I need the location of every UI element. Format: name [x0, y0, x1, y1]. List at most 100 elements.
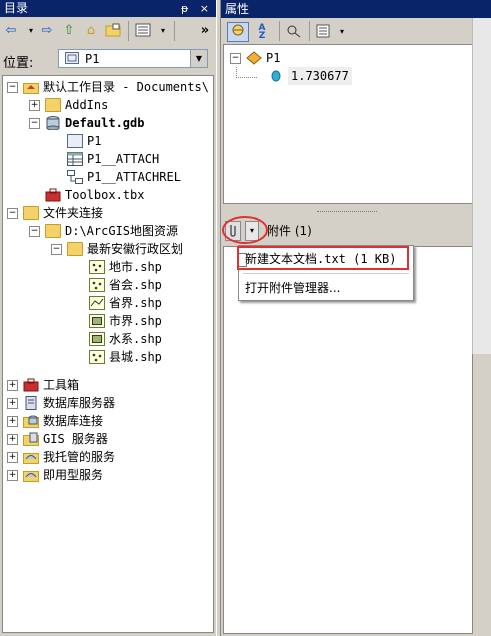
home-icon[interactable]: ⌂	[82, 23, 100, 39]
folder-connections-icon	[23, 206, 39, 220]
folder-icon	[45, 224, 61, 238]
catalog-title-buttons[interactable]: ᵽ ×	[181, 0, 213, 17]
tree-label: D:\ArcGIS地图资源	[65, 224, 179, 238]
collapse-icon[interactable]: −	[29, 118, 40, 129]
back-icon[interactable]: ⇦	[2, 23, 20, 39]
options-dropdown-icon[interactable]: ▾	[333, 24, 351, 40]
tree-label: AddIns	[65, 98, 109, 112]
attributes-title-bar: 属性	[221, 0, 491, 18]
tree-connector	[236, 67, 257, 78]
tree-label: 市界.shp	[109, 314, 162, 328]
expand-icon[interactable]: +	[7, 434, 18, 445]
catalog-tree: − 默认工作目录 - Documents\ + AddIns − Default…	[2, 75, 214, 633]
tree-label: 最新安徽行政区划	[87, 242, 184, 256]
view-options-icon[interactable]	[134, 23, 152, 39]
tree-label: P1	[87, 134, 102, 148]
tree-label: GIS 服务器	[43, 432, 108, 446]
highlight-circle	[222, 216, 268, 244]
relationship-class-icon	[67, 170, 83, 184]
menu-separator	[243, 273, 409, 274]
catalog-panel: 目录 ᵽ × ⇦ ▾ ⇨ ⇧ ⌂ ▾ » 位置: P1 ▼ − 默认工作目录 -…	[0, 0, 216, 636]
toolbox-icon	[23, 378, 39, 392]
folder-icon	[67, 242, 83, 256]
feature-class-icon	[65, 52, 79, 67]
line-shapefile-icon	[89, 296, 105, 310]
expand-icon[interactable]: +	[7, 470, 18, 481]
attributes-toolbar: AZ ▾	[221, 18, 491, 44]
tree-label: 工具箱	[43, 378, 80, 392]
tree-label: 水系.shp	[109, 332, 162, 346]
tree-label: P1__ATTACH	[87, 152, 160, 166]
collapse-icon[interactable]: −	[51, 244, 62, 255]
expand-icon[interactable]: +	[7, 416, 18, 427]
list-by-layer-icon[interactable]	[227, 22, 249, 42]
forward-icon[interactable]: ⇨	[38, 23, 56, 39]
database-connection-icon	[23, 414, 39, 428]
tree-label: 数据库服务器	[43, 396, 116, 410]
attachments-dropdown-menu: 新建文本文档.txt (1 KB) 打开附件管理器...	[237, 245, 414, 301]
ready-services-icon	[23, 468, 39, 482]
tree-label: 地市.shp	[109, 260, 162, 274]
catalog-toolbar: ⇦ ▾ ⇨ ⇧ ⌂ ▾ »	[0, 17, 216, 45]
tree-label: 数据库连接	[43, 414, 104, 428]
collapse-icon[interactable]: −	[230, 53, 241, 64]
expand-icon[interactable]: +	[7, 452, 18, 463]
toolbar-separator	[174, 21, 176, 41]
tree-label: 省界.shp	[109, 296, 162, 310]
identify-root-label: P1	[266, 51, 281, 65]
chevron-down-icon[interactable]: ▼	[190, 50, 207, 67]
point-shapefile-icon	[89, 278, 105, 292]
location-value: P1	[85, 52, 100, 66]
location-label: 位置:	[3, 56, 34, 71]
attributes-panel: 属性 AZ ▾ − P1 1.730677 ▾ 附件 (1)	[221, 0, 491, 636]
table-icon	[67, 152, 83, 166]
options-menu-icon[interactable]	[315, 24, 333, 40]
collapse-icon[interactable]: −	[29, 226, 40, 237]
attachments-count-label: 附件 (1)	[267, 224, 312, 238]
expand-icon[interactable]: +	[7, 398, 18, 409]
tree-item-default-workspace[interactable]: − 默认工作目录 - Documents\	[3, 78, 213, 96]
tree-label: 即用型服务	[43, 468, 104, 482]
toolbar-separator	[128, 21, 130, 41]
view-dropdown-icon[interactable]: ▾	[154, 23, 172, 39]
up-level-icon[interactable]: ⇧	[60, 23, 78, 39]
folder-icon	[45, 98, 61, 112]
polygon-shapefile-icon	[89, 332, 105, 346]
gis-server-icon	[23, 432, 39, 446]
toolbox-icon	[45, 188, 61, 202]
attachments-toolbar: ▾ 附件 (1)	[221, 216, 473, 244]
point-shapefile-icon	[89, 260, 105, 274]
tree-label: 文件夹连接	[43, 206, 104, 220]
tree-label: 我托管的服务	[43, 450, 116, 464]
home-folder-icon	[23, 80, 39, 94]
connect-folder-icon[interactable]	[104, 23, 122, 39]
collapse-icon[interactable]: −	[7, 82, 18, 93]
location-bar: 位置: P1 ▼	[0, 47, 216, 73]
expand-icon[interactable]: +	[29, 100, 40, 111]
tree-label: Default.gdb	[65, 116, 145, 130]
tree-label: Toolbox.tbx	[65, 188, 145, 202]
hosted-services-icon	[23, 450, 39, 464]
toolbar-more-button[interactable]: »	[196, 23, 214, 39]
highlight-box	[237, 246, 409, 270]
tree-label: 省会.shp	[109, 278, 162, 292]
sort-az-icon[interactable]: AZ	[253, 24, 271, 41]
catalog-title-bar: 目录 ᵽ ×	[0, 0, 216, 17]
toolbar-separator	[309, 21, 311, 41]
expand-icon[interactable]: +	[7, 380, 18, 391]
point-shapefile-icon	[89, 350, 105, 364]
collapse-icon[interactable]: −	[7, 208, 18, 219]
polygon-shapefile-icon	[89, 314, 105, 328]
catalog-title: 目录	[4, 1, 29, 15]
tree-label: 县城.shp	[109, 350, 162, 364]
tree-label: P1__ATTACHREL	[87, 170, 181, 184]
layer-diamond-icon	[246, 51, 262, 65]
menu-item-label: 打开附件管理器...	[245, 281, 341, 295]
menu-item-attachment-manager[interactable]: 打开附件管理器...	[239, 277, 405, 299]
identify-options-icon[interactable]	[285, 24, 303, 40]
identify-feature-value: 1.730677	[288, 67, 352, 85]
identify-tree: − P1 1.730677	[223, 44, 473, 204]
vertical-scrollbar[interactable]	[472, 18, 491, 354]
location-combobox[interactable]: P1 ▼	[58, 49, 208, 68]
attributes-title: 属性	[225, 2, 250, 16]
